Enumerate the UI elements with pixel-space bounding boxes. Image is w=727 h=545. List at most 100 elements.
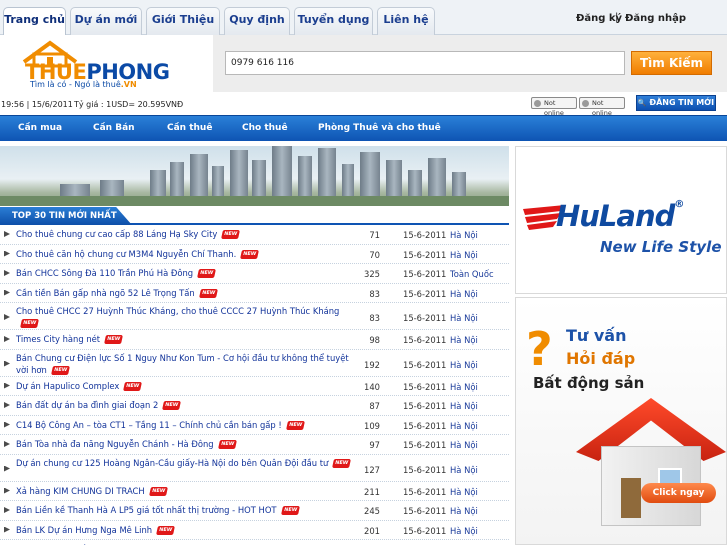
post-new-listing-button[interactable]: 🔍 ĐĂNG TIN MỚI: [636, 95, 716, 111]
listing-location[interactable]: Hà Nội: [450, 335, 478, 345]
new-badge-icon: NEW: [123, 381, 143, 391]
listing-title[interactable]: Bán Chung cư Điện lực Số 1 Nguy Như Kon …: [16, 352, 356, 376]
listing-location[interactable]: Hà Nội: [450, 487, 478, 497]
latest-news-header: TOP 30 TIN MỚI NHẤT: [0, 207, 509, 225]
listing-title[interactable]: Bán đất dự án ba đình giai đoạn 2 NEW: [16, 399, 356, 411]
listing-location[interactable]: Hà Nội: [450, 421, 478, 431]
huland-brand: HuLand®: [556, 199, 684, 233]
new-badge-icon: NEW: [197, 269, 217, 278]
bullet-icon: [4, 250, 10, 257]
listing-date: 15-6-2011: [403, 288, 447, 299]
listing-location[interactable]: Hà Nội: [450, 526, 478, 536]
listing-location[interactable]: Hà Nội: [450, 230, 478, 240]
tab-recruitment[interactable]: Tuyển dụng: [294, 7, 373, 35]
bullet-icon: [4, 289, 10, 296]
listing-date: 15-6-2011: [403, 230, 447, 240]
new-badge-icon: NEW: [285, 420, 305, 430]
listing-row: Chung cư cao cấp Golden PalaceNEW20415-6…: [0, 540, 509, 545]
listing-title[interactable]: Xả hàng KIM CHUNG DI TRACH NEW: [16, 485, 356, 497]
listing-title[interactable]: Cho thuê CHCC 27 Huỳnh Thúc Kháng, cho t…: [16, 305, 356, 329]
listing-views: 245: [364, 506, 380, 516]
real-estate-advice-ad[interactable]: ? Tư vấn Hỏi đáp Bất động sản Click ngay: [515, 297, 727, 545]
new-badge-icon: NEW: [104, 335, 124, 344]
listing-date: 15-6-2011: [403, 313, 447, 323]
listing-date: 15-6-2011: [403, 440, 447, 450]
listing-views: 70: [369, 249, 380, 260]
tab-home[interactable]: Trang chủ: [3, 7, 66, 36]
listing-location[interactable]: Toàn Quốc: [450, 269, 494, 279]
listing-title[interactable]: Dự án chung cư 125 Hoàng Ngân-Cầu giấy-H…: [16, 457, 356, 469]
listing-date: 15-6-2011: [403, 269, 447, 279]
listing-title[interactable]: Cho thuê căn hộ chung cư M3M4 Nguyễn Chí…: [16, 248, 356, 260]
listing-location[interactable]: Hà Nội: [450, 506, 478, 516]
listing-location[interactable]: Hà Nội: [450, 250, 478, 260]
listing-date: 15-6-2011: [403, 381, 447, 392]
listing-row: Bán Tòa nhà đa năng Nguyễn Chánh - Hà Đô…: [0, 435, 509, 455]
listing-title[interactable]: Cần tiền Bán gấp nhà ngõ 52 Lê Trọng Tấn…: [16, 287, 356, 299]
listing-views: 71: [369, 230, 380, 240]
listing-title[interactable]: C14 Bộ Công An – tòa CT1 – Tầng 11 – Chí…: [16, 419, 356, 431]
listing-views: 97: [369, 440, 380, 450]
house-door-icon: [621, 478, 641, 518]
nav-for-rent[interactable]: Cho thuê: [242, 123, 288, 133]
listing-date: 15-6-2011: [403, 249, 447, 260]
tab-new-projects[interactable]: Dự án mới: [70, 7, 142, 35]
tab-rules[interactable]: Quy định: [224, 7, 290, 35]
search-input[interactable]: 0979 616 116: [225, 51, 625, 75]
listing-row: Bán CHCC Sông Đà 110 Trần Phú Hà Đông NEW…: [0, 264, 509, 284]
main-nav: Cần mua Cần Bán Cần thuê Cho thuê Phòng …: [0, 115, 727, 141]
login-link[interactable]: Đăng nhập: [625, 13, 686, 24]
tab-about[interactable]: Giới Thiệu: [146, 7, 220, 35]
listing-location[interactable]: Hà Nội: [450, 401, 478, 411]
bullet-icon: [4, 441, 10, 447]
yahoo-status-2[interactable]: Not online: [579, 97, 625, 117]
listing-title[interactable]: Bán Tòa nhà đa năng Nguyễn Chánh - Hà Đô…: [16, 438, 356, 450]
nav-buy[interactable]: Cần mua: [18, 123, 62, 133]
huland-ad[interactable]: HuLand® New Life Style: [515, 146, 727, 294]
new-badge-icon: NEW: [221, 230, 241, 239]
listing-row: Xả hàng KIM CHUNG DI TRACH NEW 211 15-6-201…: [0, 482, 509, 501]
listing-row: Dự án Hapulico Complex NEW 140 15-6-2011 Hà …: [0, 377, 509, 396]
new-badge-icon: NEW: [162, 401, 182, 410]
listing-date: 15-6-2011: [403, 335, 447, 345]
listing-views: 325: [364, 269, 380, 279]
listing-location[interactable]: Hà Nội: [450, 360, 478, 370]
listing-title[interactable]: Bán LK Dự án Hưng Nga Mê Linh NEW: [16, 524, 356, 536]
new-badge-icon: NEW: [240, 249, 260, 259]
listing-date: 15-6-2011: [403, 420, 447, 431]
city-banner-image: [0, 146, 509, 206]
listing-title[interactable]: Bán Liền kề Thanh Hà A LP5 giá tốt nhất …: [16, 504, 356, 516]
nav-rooms[interactable]: Phòng Thuê và cho thuê: [318, 123, 441, 133]
listing-title[interactable]: Dự án Hapulico Complex NEW: [16, 380, 356, 392]
top-tab-bar: Trang chủ Dự án mới Giới Thiệu Quy định …: [0, 0, 727, 36]
info-row: 19:56 | 15/6/2011 Tỷ giá : 1USD= 20.595V…: [0, 95, 727, 117]
nav-rent-wanted[interactable]: Cần thuê: [167, 123, 212, 133]
huland-tagline: New Life Style: [600, 238, 722, 256]
listing-location[interactable]: Hà Nội: [450, 289, 478, 299]
listing-location[interactable]: Hà Nội: [450, 440, 478, 450]
nav-sell[interactable]: Cần Bán: [93, 123, 135, 133]
listing-location[interactable]: Hà Nội: [450, 465, 478, 475]
site-logo[interactable]: THUEPHONG Tìm là có - Ngó là thuê.VN: [15, 40, 170, 92]
listing-date: 15-6-2011: [403, 401, 447, 411]
listing-title[interactable]: Cho thuê chung cư cao cấp 88 Láng Hạ Sky…: [16, 228, 356, 240]
listing-location[interactable]: Hà Nội: [450, 313, 478, 323]
listing-location[interactable]: Hà Nội: [450, 382, 478, 392]
listing-date: 15-6-2011: [403, 464, 447, 475]
new-badge-icon: NEW: [217, 440, 237, 449]
listing-row: C14 Bộ Công An – tòa CT1 – Tầng 11 – Chí…: [0, 416, 509, 435]
bullet-icon: [4, 270, 10, 276]
listing-row: Bán đất dự án ba đình giai đoạn 2 NEW 87 15…: [0, 396, 509, 416]
click-now-button[interactable]: Click ngay: [641, 483, 716, 503]
tab-contact[interactable]: Liên hệ: [377, 7, 435, 35]
listing-row: Cho thuê căn hộ chung cư M3M4 Nguyễn Chí…: [0, 245, 509, 264]
advice-line-2: Hỏi đáp: [566, 349, 636, 368]
yahoo-status-1[interactable]: Not online: [531, 97, 577, 117]
listing-row: Cho thuê CHCC 27 Huỳnh Thúc Kháng, cho t…: [0, 303, 509, 330]
listing-title[interactable]: Bán CHCC Sông Đà 110 Trần Phú Hà Đông NEW: [16, 267, 356, 279]
advice-line-3: Bất động sản: [533, 374, 645, 392]
auth-separator: |: [615, 12, 619, 23]
listing-row: Bán Chung cư Điện lực Số 1 Nguy Như Kon …: [0, 350, 509, 377]
search-button[interactable]: Tìm Kiếm: [631, 51, 712, 75]
listing-title[interactable]: Times City hàng nét NEW: [16, 333, 356, 345]
